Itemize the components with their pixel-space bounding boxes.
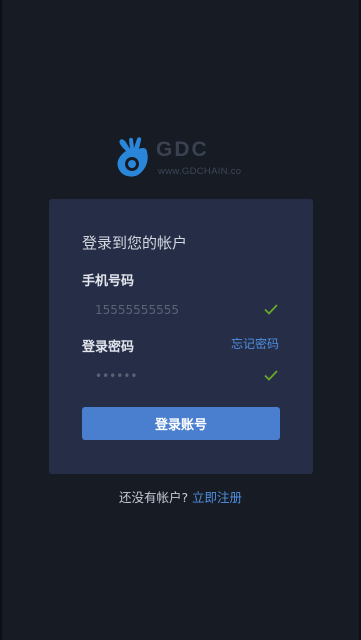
login-card: 登录到您的帐户 手机号码 登录密码 忘记密码 登录账号	[49, 199, 313, 474]
register-link[interactable]: 立即注册	[192, 490, 242, 505]
register-prompt-text: 还没有帐户?	[118, 490, 193, 505]
check-icon	[264, 370, 278, 381]
hand-logo-icon	[117, 137, 148, 177]
register-prompt: 还没有帐户? 立即注册	[0, 487, 361, 506]
frame-edge-left	[0, 0, 2, 640]
login-card-title: 登录到您的帐户	[82, 234, 188, 252]
check-icon	[264, 304, 278, 315]
password-label: 登录密码	[82, 340, 135, 355]
login-button[interactable]: 登录账号	[82, 407, 280, 440]
phone-input-row	[82, 297, 280, 323]
phone-label: 手机号码	[82, 274, 135, 289]
logo-wordmark: GDC	[156, 138, 209, 161]
password-input[interactable]	[82, 363, 252, 389]
brand-logo: GDC www.GDCHAIN.co	[114, 137, 254, 183]
logo-url: www.GDCHAIN.co	[158, 166, 242, 177]
phone-input[interactable]	[82, 297, 252, 323]
password-input-row	[82, 363, 280, 389]
forgot-password-link[interactable]: 忘记密码	[231, 335, 279, 352]
